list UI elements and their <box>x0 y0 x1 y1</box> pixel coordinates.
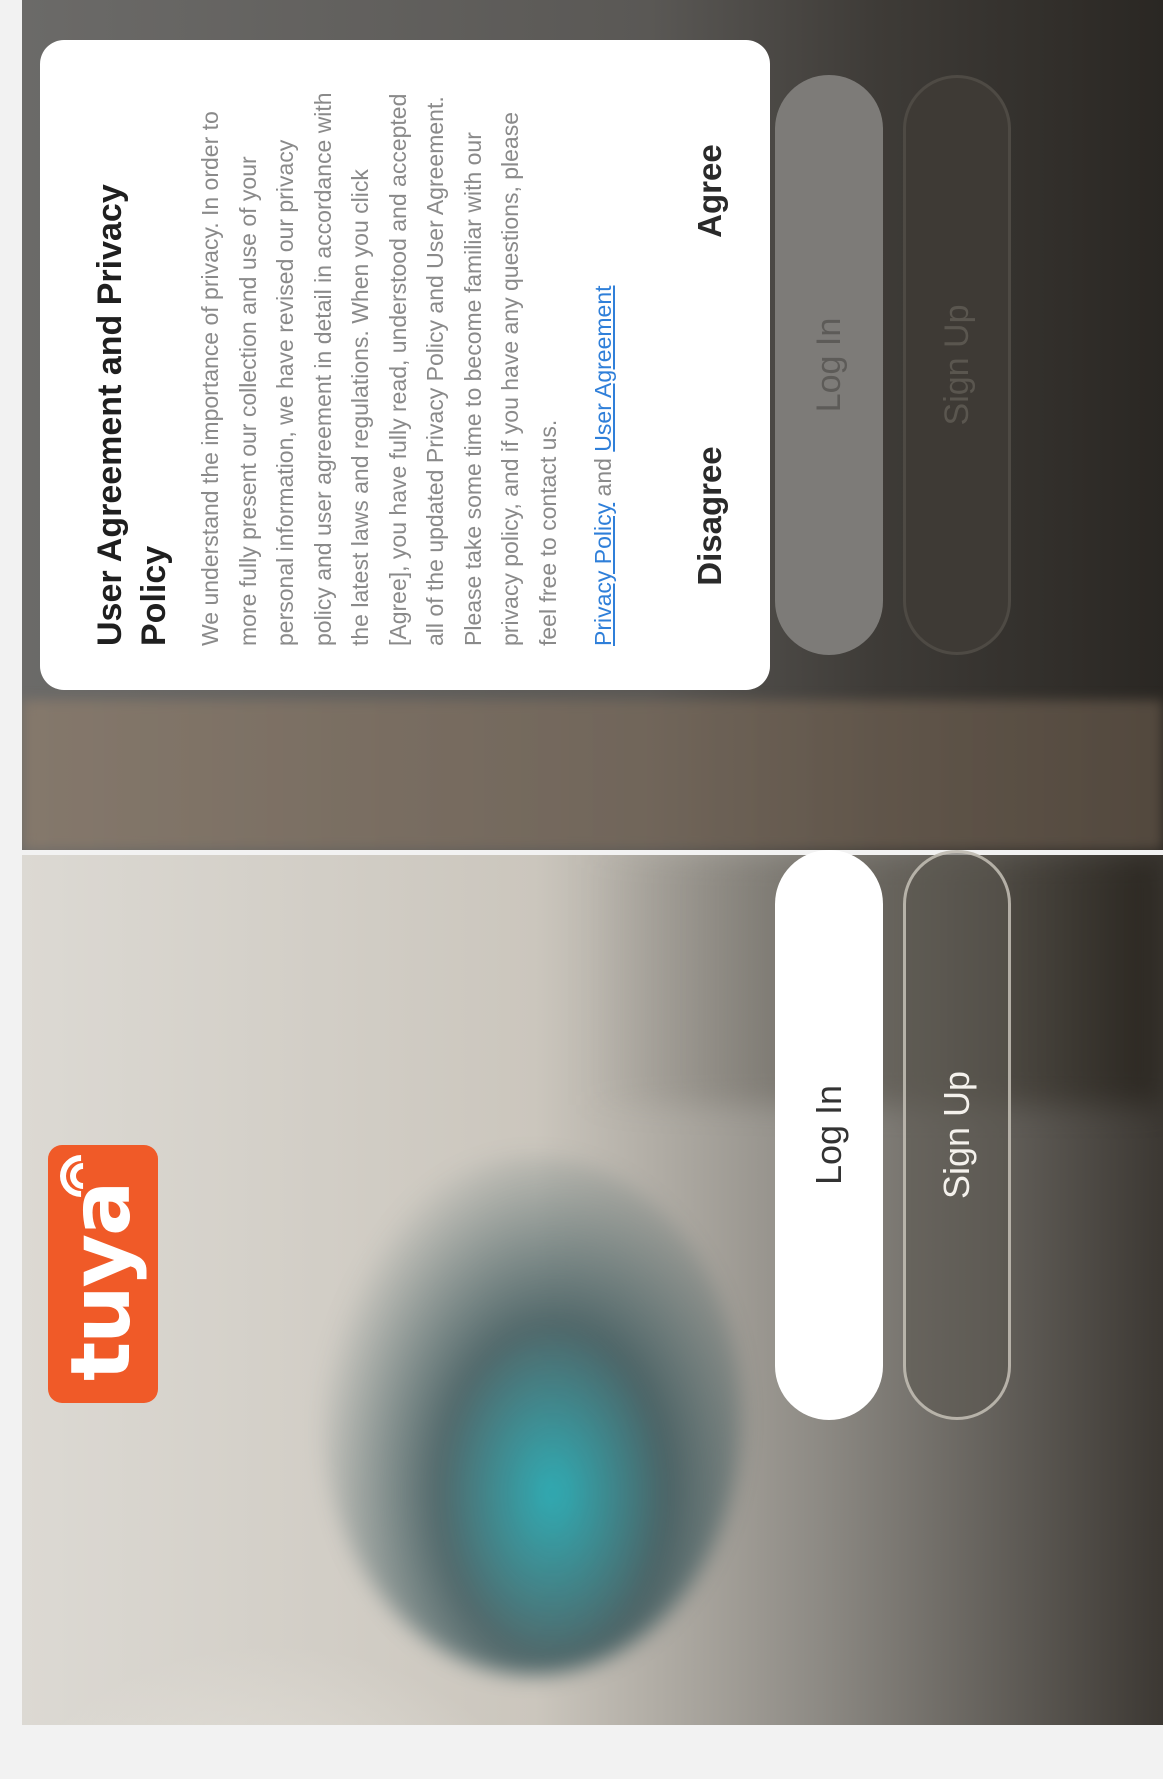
privacy-policy-link[interactable]: Privacy Policy <box>590 503 616 646</box>
logo-text: tuya <box>54 1182 149 1381</box>
privacy-dialog: User Agreement and Privacy Policy We und… <box>40 40 770 690</box>
agree-button[interactable]: Agree <box>680 114 740 268</box>
disagree-button[interactable]: Disagree <box>680 416 740 615</box>
tuya-logo: tuya <box>48 1145 158 1403</box>
dialog-actions: Disagree Agree <box>680 40 740 690</box>
login-button[interactable]: Log In <box>775 850 883 1420</box>
dimmed-login-button: Log In <box>775 75 883 655</box>
dimmed-signup-button: Sign Up <box>903 75 1011 655</box>
user-agreement-link[interactable]: User Agreement <box>590 285 616 451</box>
background-blur <box>22 700 1163 850</box>
dialog-links: Privacy Policy and User Agreement <box>585 84 623 646</box>
links-joiner: and <box>590 458 616 497</box>
dialog-body-text: We understand the importance of privacy.… <box>197 92 561 646</box>
signup-button[interactable]: Sign Up <box>903 850 1011 1420</box>
dialog-title: User Agreement and Privacy Policy <box>91 184 173 646</box>
background-photo-blur <box>322 1155 742 1675</box>
